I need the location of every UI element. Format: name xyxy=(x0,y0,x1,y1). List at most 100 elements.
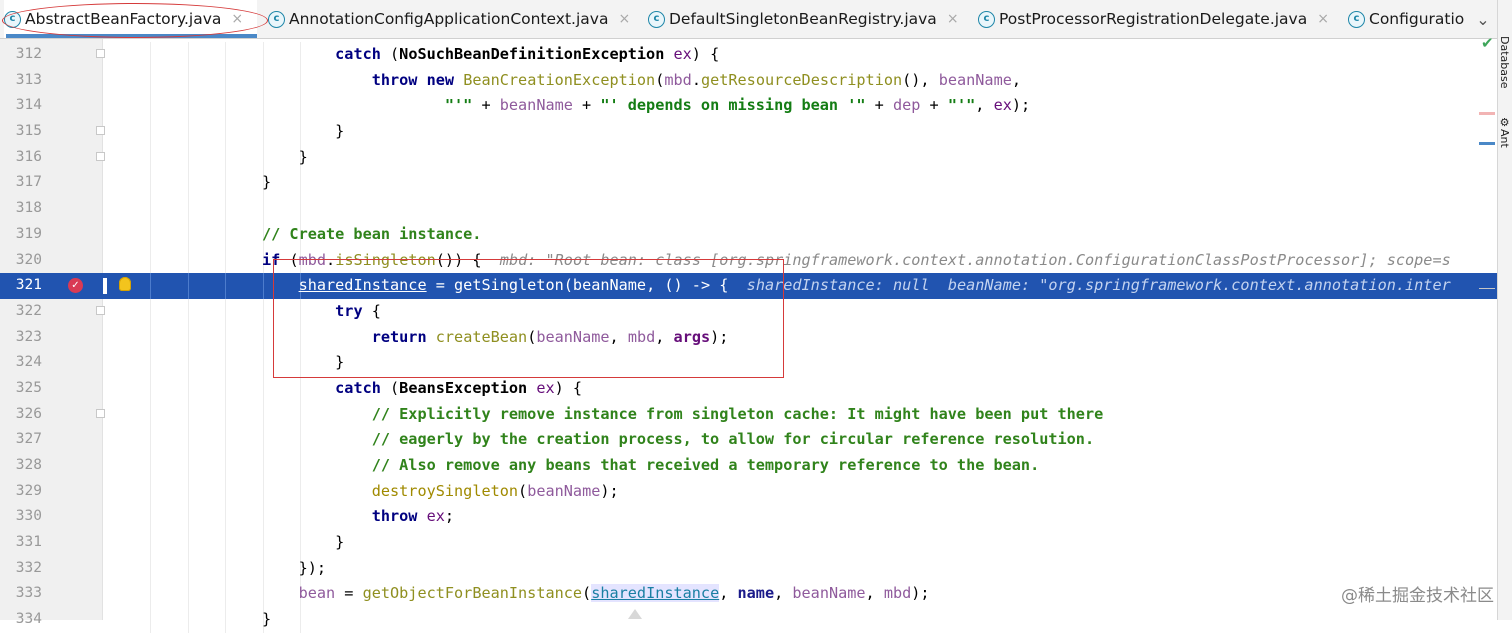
line-number[interactable]: 332 xyxy=(0,556,42,582)
code-line[interactable]: 315 } xyxy=(0,119,1497,145)
tab-3[interactable]: c PostProcessorRegistrationDelegate.java × xyxy=(978,0,1343,38)
code-line[interactable]: 316 } xyxy=(0,144,1497,171)
tab-1[interactable]: c AnnotationConfigApplicationContext.java… xyxy=(268,0,644,38)
line-number[interactable]: 320 xyxy=(0,248,42,274)
line-number[interactable]: 313 xyxy=(0,68,42,94)
code-text[interactable]: throw ex; xyxy=(262,504,454,530)
indent-guide xyxy=(150,119,151,145)
indent-guide xyxy=(263,196,264,222)
tab-label: AnnotationConfigApplicationContext.java xyxy=(289,10,609,28)
code-line[interactable]: 329 destroySingleton(beanName); xyxy=(0,478,1497,505)
indent-guide xyxy=(150,350,151,376)
code-text[interactable]: sharedInstance = getSingleton(beanName, … xyxy=(262,273,1451,299)
line-number[interactable]: 318 xyxy=(0,196,42,222)
code-line[interactable]: 319 // Create bean instance. xyxy=(0,221,1497,248)
current-execution-line[interactable]: 321 ✓ sharedInstance = getSingleton(beanN… xyxy=(0,273,1497,299)
code-text[interactable]: } xyxy=(262,170,271,196)
code-line[interactable]: 322 try { xyxy=(0,298,1497,325)
code-text[interactable]: catch (BeansException ex) { xyxy=(262,376,582,402)
intention-bulb-icon[interactable] xyxy=(119,277,131,292)
indent-guide xyxy=(150,196,151,222)
code-text[interactable]: // Explicitly remove instance from singl… xyxy=(262,402,1104,428)
code-text[interactable]: // Create bean instance. xyxy=(262,222,481,248)
fold-marker-icon[interactable] xyxy=(96,305,105,315)
database-tool-button[interactable]: Database xyxy=(1498,36,1511,89)
code-text[interactable]: // eagerly by the creation process, to a… xyxy=(262,427,1094,453)
code-line[interactable]: 320 if (mbd.isSingleton()) { mbd: "Root b… xyxy=(0,247,1497,274)
indent-guide xyxy=(225,530,226,556)
code-line[interactable]: 314 "'" + beanName + "' depends on missi… xyxy=(0,93,1497,120)
indent-guide xyxy=(300,170,301,197)
indent-guide xyxy=(225,581,226,608)
java-class-icon: c xyxy=(268,10,285,28)
line-number[interactable]: 314 xyxy=(0,93,42,119)
line-number[interactable]: 333 xyxy=(0,581,42,607)
code-line[interactable]: 318 xyxy=(0,196,1497,222)
code-text[interactable]: try { xyxy=(262,299,381,325)
line-number[interactable]: 329 xyxy=(0,479,42,505)
code-text[interactable]: return createBean(beanName, mbd, args); xyxy=(262,325,729,351)
indent-guide xyxy=(150,581,151,608)
code-text[interactable]: bean = getObjectForBeanInstance(sharedIn… xyxy=(262,581,930,607)
code-text[interactable]: } xyxy=(262,119,344,145)
code-text[interactable]: } xyxy=(262,145,308,171)
code-text[interactable]: }); xyxy=(262,556,326,582)
line-number[interactable]: 326 xyxy=(0,402,42,428)
line-number[interactable]: 315 xyxy=(0,119,42,145)
code-line[interactable]: 332 }); xyxy=(0,555,1497,582)
code-line[interactable]: 317} xyxy=(0,170,1497,197)
breakpoint-icon[interactable]: ✓ xyxy=(68,278,83,294)
code-line[interactable]: 325 catch (BeansException ex) { xyxy=(0,375,1497,402)
code-text[interactable]: "'" + beanName + "' depends on missing b… xyxy=(262,93,1030,119)
code-line[interactable]: 331 } xyxy=(0,530,1497,556)
indent-guide xyxy=(225,247,226,274)
code-line[interactable]: 313 throw new BeanCreationException(mbd.… xyxy=(0,67,1497,94)
ant-tool-button[interactable]: ⚙Ant xyxy=(1498,116,1511,148)
caret-stripe-marker[interactable] xyxy=(1479,142,1495,145)
line-number[interactable]: 325 xyxy=(0,376,42,402)
line-number[interactable]: 331 xyxy=(0,530,42,556)
line-number[interactable]: 323 xyxy=(0,325,42,351)
code-text[interactable]: catch (NoSuchBeanDefinitionException ex)… xyxy=(262,42,719,68)
code-editor[interactable]: 312 catch (NoSuchBeanDefinitionException… xyxy=(0,42,1497,633)
line-number[interactable]: 322 xyxy=(0,299,42,325)
java-class-icon: c xyxy=(648,10,665,28)
indent-guide xyxy=(225,170,226,197)
code-line[interactable]: 324 } xyxy=(0,350,1497,376)
code-text[interactable]: } xyxy=(262,350,344,376)
code-text[interactable]: } xyxy=(262,530,344,556)
error-stripe-marker[interactable] xyxy=(1479,112,1495,115)
line-number[interactable]: 317 xyxy=(0,170,42,196)
code-line[interactable]: 330 throw ex; xyxy=(0,504,1497,531)
line-number[interactable]: 324 xyxy=(0,350,42,376)
annotation-tab-circle xyxy=(2,3,268,38)
code-text[interactable]: if (mbd.isSingleton()) { mbd: "Root bean… xyxy=(262,248,1451,274)
tab-2[interactable]: c DefaultSingletonBeanRegistry.java × xyxy=(648,0,973,38)
line-number[interactable]: 319 xyxy=(0,222,42,248)
line-number[interactable]: 328 xyxy=(0,453,42,479)
line-number[interactable]: 330 xyxy=(0,504,42,530)
code-line[interactable]: 312 catch (NoSuchBeanDefinitionException… xyxy=(0,42,1497,68)
code-line[interactable]: 333 bean = getObjectForBeanInstance(shar… xyxy=(0,581,1497,608)
tab-4[interactable]: c Configuratio xyxy=(1348,0,1478,38)
fold-marker-icon[interactable] xyxy=(96,126,105,136)
code-line[interactable]: 326 // Explicitly remove instance from s… xyxy=(0,401,1497,428)
indent-guide xyxy=(150,401,151,428)
fold-marker-icon[interactable] xyxy=(96,49,105,58)
code-text[interactable]: // Also remove any beans that received a… xyxy=(262,453,1040,479)
code-text[interactable]: throw new BeanCreationException(mbd.getR… xyxy=(262,68,1021,94)
tabs-overflow-icon[interactable]: ⌄ xyxy=(1469,0,1497,38)
code-line[interactable]: 328 // Also remove any beans that receiv… xyxy=(0,453,1497,479)
code-text[interactable]: destroySingleton(beanName); xyxy=(262,479,619,505)
line-number[interactable]: 316 xyxy=(0,145,42,171)
code-line[interactable]: 323 return createBean(beanName, mbd, arg… xyxy=(0,324,1497,351)
line-number[interactable]: 327 xyxy=(0,427,42,453)
fold-marker-icon[interactable] xyxy=(96,151,105,161)
line-number[interactable]: 321 xyxy=(0,273,42,299)
line-number[interactable]: 312 xyxy=(0,42,42,68)
close-icon[interactable]: × xyxy=(947,11,959,27)
close-icon[interactable]: × xyxy=(618,11,630,27)
code-line[interactable]: 327 // eagerly by the creation process, … xyxy=(0,427,1497,453)
close-icon[interactable]: × xyxy=(1317,11,1329,27)
fold-marker-icon[interactable] xyxy=(96,408,105,418)
